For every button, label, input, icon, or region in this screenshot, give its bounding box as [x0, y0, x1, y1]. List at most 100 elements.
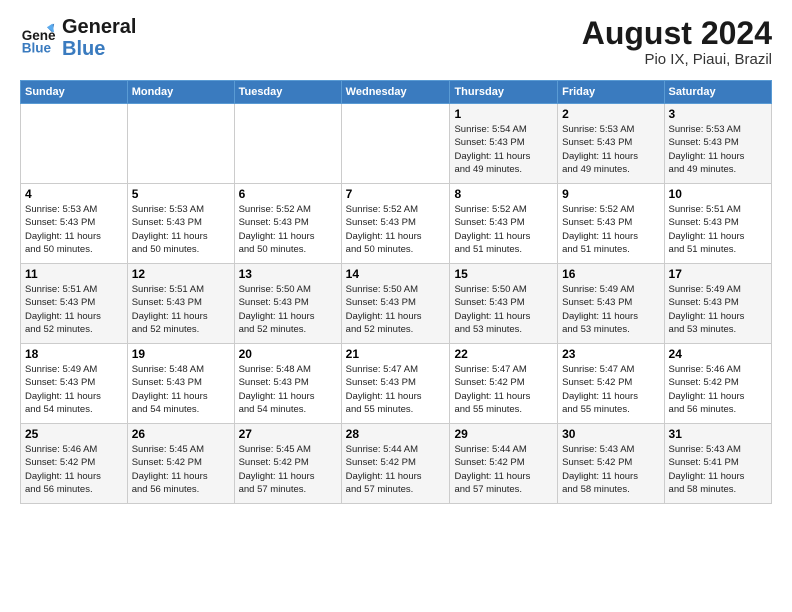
- day-info: Sunrise: 5:53 AM Sunset: 5:43 PM Dayligh…: [669, 123, 767, 176]
- logo-icon: General Blue: [20, 20, 56, 56]
- day-info: Sunrise: 5:47 AM Sunset: 5:43 PM Dayligh…: [346, 363, 446, 416]
- day-info: Sunrise: 5:47 AM Sunset: 5:42 PM Dayligh…: [562, 363, 659, 416]
- weekday-header-monday: Monday: [127, 81, 234, 104]
- day-info: Sunrise: 5:53 AM Sunset: 5:43 PM Dayligh…: [562, 123, 659, 176]
- calendar-cell: 23Sunrise: 5:47 AM Sunset: 5:42 PM Dayli…: [558, 344, 664, 424]
- day-number: 13: [239, 267, 337, 281]
- day-number: 25: [25, 427, 123, 441]
- day-number: 11: [25, 267, 123, 281]
- day-info: Sunrise: 5:44 AM Sunset: 5:42 PM Dayligh…: [346, 443, 446, 496]
- calendar-cell: 22 Sunrise: 5:47 AM Sunset: 5:42 PM Dayli…: [450, 344, 558, 424]
- day-info: Sunrise: 5:50 AM Sunset: 5:43 PM Dayligh…: [239, 283, 337, 336]
- day-number: 30: [562, 427, 659, 441]
- calendar-cell: 5 Sunrise: 5:53 AM Sunset: 5:43 PM Daylig…: [127, 184, 234, 264]
- day-info: Sunrise: 5:50 AM Sunset: 5:43 PM Dayligh…: [346, 283, 446, 336]
- calendar-table: SundayMondayTuesdayWednesdayThursdayFrid…: [20, 80, 772, 504]
- day-number: 17: [669, 267, 767, 281]
- day-info: Sunrise: 5:45 AM Sunset: 5:42 PM Dayligh…: [239, 443, 337, 496]
- day-info: Sunrise: 5:53 AM Sunset: 5:43 PM Dayligh…: [132, 203, 230, 256]
- day-number: 20: [239, 347, 337, 361]
- calendar-cell: 2Sunrise: 5:53 AM Sunset: 5:43 PM Daylig…: [558, 104, 664, 184]
- calendar-cell: 19 Sunrise: 5:48 AM Sunset: 5:43 PM Dayli…: [127, 344, 234, 424]
- calendar-cell: 15 Sunrise: 5:50 AM Sunset: 5:43 PM Dayli…: [450, 264, 558, 344]
- day-info: Sunrise: 5:47 AM Sunset: 5:42 PM Dayligh…: [454, 363, 553, 416]
- calendar-cell: [21, 104, 128, 184]
- calendar-cell: 18 Sunrise: 5:49 AM Sunset: 5:43 PM Dayli…: [21, 344, 128, 424]
- weekday-header-tuesday: Tuesday: [234, 81, 341, 104]
- day-info: Sunrise: 5:46 AM Sunset: 5:42 PM Dayligh…: [25, 443, 123, 496]
- day-number: 3: [669, 107, 767, 121]
- day-number: 29: [454, 427, 553, 441]
- day-info: Sunrise: 5:51 AM Sunset: 5:43 PM Dayligh…: [25, 283, 123, 336]
- day-number: 10: [669, 187, 767, 201]
- weekday-header-sunday: Sunday: [21, 81, 128, 104]
- day-number: 22: [454, 347, 553, 361]
- day-number: 8: [454, 187, 553, 201]
- day-info: Sunrise: 5:49 AM Sunset: 5:43 PM Dayligh…: [562, 283, 659, 336]
- calendar-cell: 10Sunrise: 5:51 AM Sunset: 5:43 PM Dayli…: [664, 184, 771, 264]
- calendar-cell: 6Sunrise: 5:52 AM Sunset: 5:43 PM Daylig…: [234, 184, 341, 264]
- day-number: 27: [239, 427, 337, 441]
- calendar-cell: 4 Sunrise: 5:53 AM Sunset: 5:43 PM Daylig…: [21, 184, 128, 264]
- month-title: August 2024: [582, 16, 772, 51]
- day-number: 16: [562, 267, 659, 281]
- calendar-cell: 31 Sunrise: 5:43 AM Sunset: 5:41 PM Dayli…: [664, 424, 771, 504]
- day-info: Sunrise: 5:49 AM Sunset: 5:43 PM Dayligh…: [669, 283, 767, 336]
- day-info: Sunrise: 5:54 AM Sunset: 5:43 PM Dayligh…: [454, 123, 553, 176]
- day-number: 18: [25, 347, 123, 361]
- day-info: Sunrise: 5:43 AM Sunset: 5:42 PM Dayligh…: [562, 443, 659, 496]
- logo-text: General Blue: [62, 16, 136, 60]
- day-number: 4: [25, 187, 123, 201]
- day-number: 6: [239, 187, 337, 201]
- weekday-header-wednesday: Wednesday: [341, 81, 450, 104]
- weekday-header-saturday: Saturday: [664, 81, 771, 104]
- logo: General Blue General Blue: [20, 16, 136, 60]
- calendar-cell: 21Sunrise: 5:47 AM Sunset: 5:43 PM Dayli…: [341, 344, 450, 424]
- day-info: Sunrise: 5:51 AM Sunset: 5:43 PM Dayligh…: [132, 283, 230, 336]
- calendar-cell: [127, 104, 234, 184]
- calendar-cell: 25 Sunrise: 5:46 AM Sunset: 5:42 PM Dayli…: [21, 424, 128, 504]
- calendar-cell: 17 Sunrise: 5:49 AM Sunset: 5:43 PM Dayli…: [664, 264, 771, 344]
- day-info: Sunrise: 5:48 AM Sunset: 5:43 PM Dayligh…: [132, 363, 230, 416]
- calendar-cell: 26Sunrise: 5:45 AM Sunset: 5:42 PM Dayli…: [127, 424, 234, 504]
- day-number: 31: [669, 427, 767, 441]
- calendar-cell: 11 Sunrise: 5:51 AM Sunset: 5:43 PM Dayli…: [21, 264, 128, 344]
- calendar-cell: 7 Sunrise: 5:52 AM Sunset: 5:43 PM Daylig…: [341, 184, 450, 264]
- day-number: 24: [669, 347, 767, 361]
- calendar-cell: 24 Sunrise: 5:46 AM Sunset: 5:42 PM Dayli…: [664, 344, 771, 424]
- calendar-cell: 13 Sunrise: 5:50 AM Sunset: 5:43 PM Dayli…: [234, 264, 341, 344]
- day-info: Sunrise: 5:44 AM Sunset: 5:42 PM Dayligh…: [454, 443, 553, 496]
- day-info: Sunrise: 5:53 AM Sunset: 5:43 PM Dayligh…: [25, 203, 123, 256]
- day-number: 15: [454, 267, 553, 281]
- calendar-cell: 3 Sunrise: 5:53 AM Sunset: 5:43 PM Daylig…: [664, 104, 771, 184]
- day-info: Sunrise: 5:43 AM Sunset: 5:41 PM Dayligh…: [669, 443, 767, 496]
- day-info: Sunrise: 5:45 AM Sunset: 5:42 PM Dayligh…: [132, 443, 230, 496]
- day-info: Sunrise: 5:49 AM Sunset: 5:43 PM Dayligh…: [25, 363, 123, 416]
- day-info: Sunrise: 5:52 AM Sunset: 5:43 PM Dayligh…: [454, 203, 553, 256]
- calendar-cell: 27 Sunrise: 5:45 AM Sunset: 5:42 PM Dayli…: [234, 424, 341, 504]
- calendar-cell: 14Sunrise: 5:50 AM Sunset: 5:43 PM Dayli…: [341, 264, 450, 344]
- day-info: Sunrise: 5:52 AM Sunset: 5:43 PM Dayligh…: [346, 203, 446, 256]
- day-info: Sunrise: 5:48 AM Sunset: 5:43 PM Dayligh…: [239, 363, 337, 416]
- day-number: 12: [132, 267, 230, 281]
- weekday-header-friday: Friday: [558, 81, 664, 104]
- calendar-cell: 1 Sunrise: 5:54 AM Sunset: 5:43 PM Daylig…: [450, 104, 558, 184]
- calendar-cell: 8 Sunrise: 5:52 AM Sunset: 5:43 PM Daylig…: [450, 184, 558, 264]
- weekday-header-thursday: Thursday: [450, 81, 558, 104]
- day-info: Sunrise: 5:50 AM Sunset: 5:43 PM Dayligh…: [454, 283, 553, 336]
- header: General Blue General Blue August 2024 Pi…: [20, 16, 772, 68]
- day-number: 19: [132, 347, 230, 361]
- day-number: 9: [562, 187, 659, 201]
- day-number: 5: [132, 187, 230, 201]
- calendar-cell: [341, 104, 450, 184]
- calendar-cell: 29 Sunrise: 5:44 AM Sunset: 5:42 PM Dayli…: [450, 424, 558, 504]
- location-subtitle: Pio IX, Piaui, Brazil: [582, 51, 772, 68]
- day-number: 1: [454, 107, 553, 121]
- day-number: 28: [346, 427, 446, 441]
- calendar-cell: 28 Sunrise: 5:44 AM Sunset: 5:42 PM Dayli…: [341, 424, 450, 504]
- day-info: Sunrise: 5:46 AM Sunset: 5:42 PM Dayligh…: [669, 363, 767, 416]
- calendar-cell: 12 Sunrise: 5:51 AM Sunset: 5:43 PM Dayli…: [127, 264, 234, 344]
- svg-text:Blue: Blue: [22, 40, 52, 55]
- day-number: 7: [346, 187, 446, 201]
- calendar-cell: 20 Sunrise: 5:48 AM Sunset: 5:43 PM Dayli…: [234, 344, 341, 424]
